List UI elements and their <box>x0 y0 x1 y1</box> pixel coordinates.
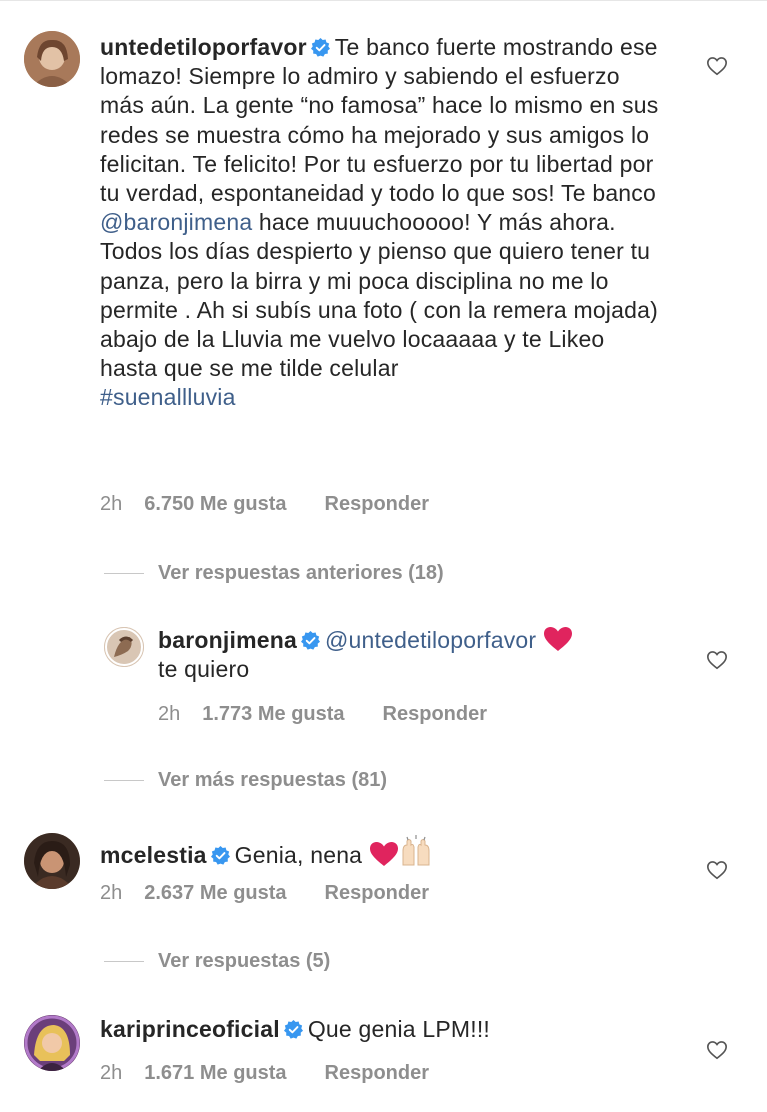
view-more-replies-label: Ver más respuestas (81) <box>158 769 388 791</box>
username[interactable]: kariprinceoficial <box>100 1016 280 1042</box>
comment-body: baronjimena @untedetiloporfavor te quiero <box>158 626 658 684</box>
red-heart-emoji <box>543 627 572 651</box>
verified-badge-icon <box>283 1020 303 1039</box>
avatar[interactable] <box>24 31 80 87</box>
comment-text: Genia, nena <box>234 842 363 868</box>
raising-hands-emoji <box>402 835 430 866</box>
likes-count[interactable]: 1.773 Me gusta <box>202 703 344 726</box>
comment-meta: 2h 1.671 Me gusta Responder <box>100 1062 429 1085</box>
verified-badge-icon <box>300 631 320 650</box>
reply-button[interactable]: Responder <box>383 703 487 726</box>
heart-outline-icon[interactable] <box>706 1039 728 1061</box>
likes-count[interactable]: 6.750 Me gusta <box>144 493 286 516</box>
mention-link[interactable]: @untedetiloporfavor <box>325 627 536 653</box>
comment-time: 2h <box>100 1062 123 1084</box>
avatar-photo <box>24 1015 80 1071</box>
verified-badge-icon <box>210 846 230 865</box>
comments-panel: untedetiloporfavor Te banco fuerte mostra… <box>0 0 767 1112</box>
reply-button[interactable]: Responder <box>325 1062 429 1085</box>
comment-body: mcelestia Genia, nena <box>100 835 660 870</box>
username[interactable]: untedetiloporfavor <box>100 34 307 60</box>
comment-text: te quiero <box>158 656 250 683</box>
reply-button[interactable]: Responder <box>325 493 429 516</box>
hashtag-link[interactable]: #suenallluvia <box>100 384 236 410</box>
view-previous-replies-button[interactable]: Ver respuestas anteriores (18) <box>104 562 444 585</box>
likes-count[interactable]: 2.637 Me gusta <box>144 882 286 905</box>
comment-time: 2h <box>158 703 181 725</box>
username[interactable]: baronjimena <box>158 627 297 653</box>
avatar[interactable] <box>24 1015 80 1071</box>
verified-badge-icon <box>310 38 330 57</box>
red-heart-emoji <box>369 842 398 866</box>
avatar-photo <box>104 627 144 667</box>
username[interactable]: mcelestia <box>100 842 207 868</box>
comment-meta: 2h 2.637 Me gusta Responder <box>100 882 429 905</box>
view-replies-label: Ver respuestas (5) <box>158 950 331 972</box>
comment-meta: 2h 6.750 Me gusta Responder <box>100 493 429 516</box>
comment-body: untedetiloporfavor Te banco fuerte mostra… <box>100 33 660 413</box>
divider-line <box>104 960 144 963</box>
heart-outline-icon[interactable] <box>706 649 728 671</box>
view-replies-button[interactable]: Ver respuestas (5) <box>104 950 330 973</box>
comment-time: 2h <box>100 493 123 515</box>
avatar-photo <box>24 31 80 87</box>
divider-line <box>104 572 144 575</box>
view-more-replies-button[interactable]: Ver más respuestas (81) <box>104 769 387 792</box>
avatar-photo <box>24 833 80 889</box>
likes-count[interactable]: 1.671 Me gusta <box>144 1062 286 1085</box>
comment-time: 2h <box>100 882 123 904</box>
comment-text: Que genia LPM!!! <box>307 1016 491 1042</box>
divider-line <box>104 779 144 782</box>
heart-outline-icon[interactable] <box>706 55 728 77</box>
mention-link[interactable]: @baronjimena <box>100 209 252 235</box>
comment-body: kariprinceoficial Que genia LPM!!! <box>100 1015 660 1044</box>
view-previous-replies-label: Ver respuestas anteriores (18) <box>158 562 444 584</box>
avatar[interactable] <box>104 627 144 667</box>
comment-meta: 2h 1.773 Me gusta Responder <box>158 703 487 726</box>
avatar[interactable] <box>24 833 80 889</box>
heart-outline-icon[interactable] <box>706 859 728 881</box>
reply-button[interactable]: Responder <box>325 882 429 905</box>
